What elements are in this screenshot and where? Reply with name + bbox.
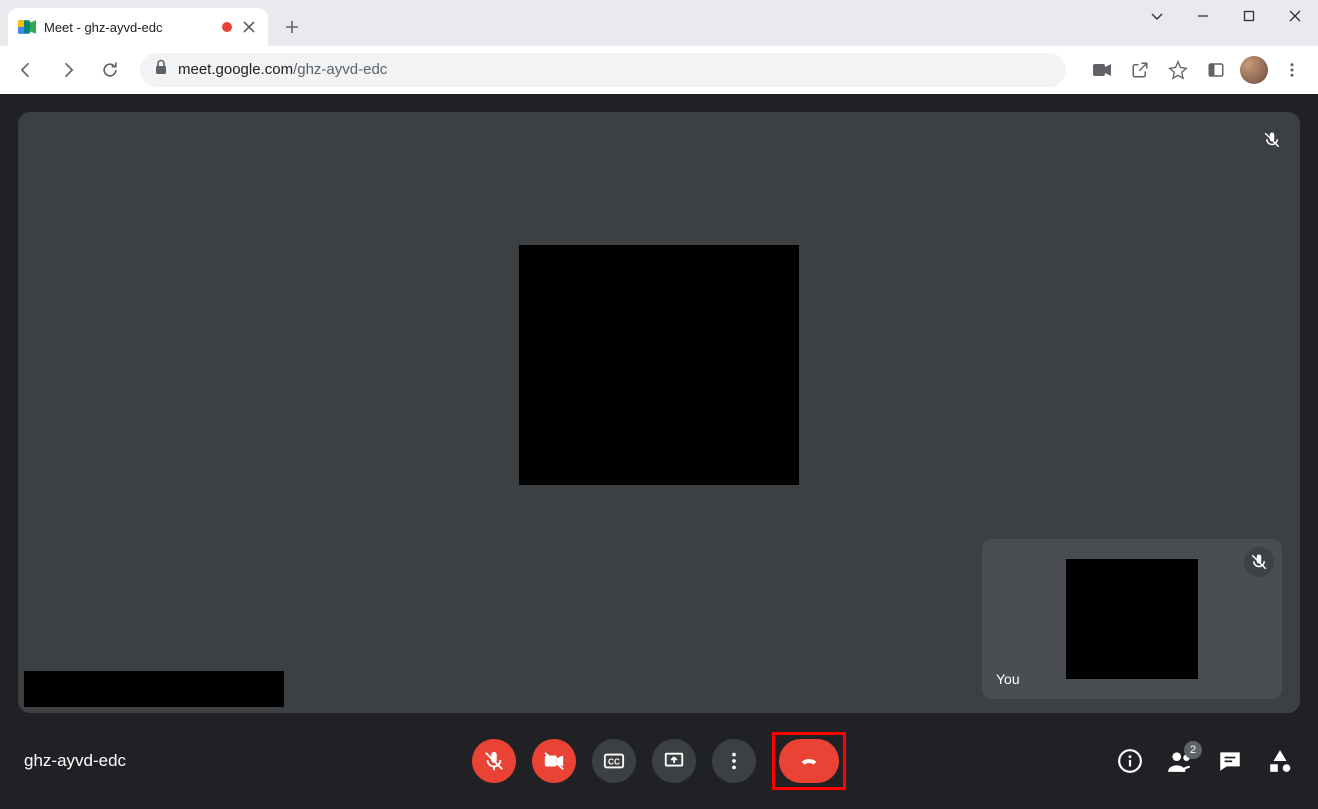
- meeting-code-label: ghz-ayvd-edc: [24, 751, 126, 771]
- browser-titlebar: Meet - ghz-ayvd-edc: [0, 0, 1318, 46]
- share-page-button[interactable]: [1122, 52, 1158, 88]
- nav-reload-button[interactable]: [92, 52, 128, 88]
- new-tab-button[interactable]: [278, 13, 306, 41]
- main-participant-video: [519, 245, 799, 485]
- avatar-icon: [1240, 56, 1268, 84]
- call-controls: CC: [472, 732, 846, 790]
- toggle-camera-button[interactable]: [532, 739, 576, 783]
- address-bar[interactable]: meet.google.com/ghz-ayvd-edc: [140, 53, 1066, 87]
- tab-title: Meet - ghz-ayvd-edc: [44, 20, 214, 35]
- url-text: meet.google.com/ghz-ayvd-edc: [178, 61, 387, 78]
- recording-indicator-icon: [222, 22, 232, 32]
- window-minimize-button[interactable]: [1180, 0, 1226, 32]
- show-participants-button[interactable]: 2: [1166, 747, 1194, 775]
- meet-app: You ghz-ayvd-edc CC: [0, 94, 1318, 809]
- participant-count-badge: 2: [1184, 741, 1202, 759]
- meet-favicon-icon: [18, 20, 36, 34]
- url-path: /ghz-ayvd-edc: [293, 61, 387, 78]
- profile-avatar-button[interactable]: [1236, 52, 1272, 88]
- more-options-button[interactable]: [712, 739, 756, 783]
- chrome-menu-button[interactable]: [1274, 52, 1310, 88]
- meet-bottom-bar: ghz-ayvd-edc CC: [0, 713, 1318, 809]
- browser-tab-active[interactable]: Meet - ghz-ayvd-edc: [8, 8, 268, 46]
- url-host: meet.google.com: [178, 61, 293, 78]
- window-controls: [1134, 0, 1318, 32]
- self-muted-icon: [1244, 547, 1274, 577]
- bookmark-button[interactable]: [1160, 52, 1196, 88]
- participant-muted-icon: [1254, 122, 1290, 158]
- tab-search-button[interactable]: [1134, 0, 1180, 32]
- participant-name-label: [24, 671, 284, 707]
- chat-button[interactable]: [1216, 747, 1244, 775]
- meeting-details-button[interactable]: [1116, 747, 1144, 775]
- present-screen-button[interactable]: [652, 739, 696, 783]
- self-label: You: [996, 671, 1020, 687]
- toggle-mic-button[interactable]: [472, 739, 516, 783]
- leave-call-highlight: [772, 732, 846, 790]
- self-video: [1066, 559, 1198, 679]
- window-maximize-button[interactable]: [1226, 0, 1272, 32]
- self-view-tile[interactable]: You: [982, 539, 1282, 699]
- meet-side-controls: 2: [1116, 747, 1294, 775]
- nav-back-button[interactable]: [8, 52, 44, 88]
- browser-toolbar: meet.google.com/ghz-ayvd-edc: [0, 46, 1318, 94]
- window-close-button[interactable]: [1272, 0, 1318, 32]
- toggle-captions-button[interactable]: CC: [592, 739, 636, 783]
- lock-icon: [154, 59, 168, 80]
- side-panel-button[interactable]: [1198, 52, 1234, 88]
- camera-permission-icon[interactable]: [1084, 52, 1120, 88]
- nav-forward-button[interactable]: [50, 52, 86, 88]
- svg-text:CC: CC: [608, 758, 620, 767]
- leave-call-button[interactable]: [779, 739, 839, 783]
- activities-button[interactable]: [1266, 747, 1294, 775]
- tab-close-button[interactable]: [240, 18, 258, 36]
